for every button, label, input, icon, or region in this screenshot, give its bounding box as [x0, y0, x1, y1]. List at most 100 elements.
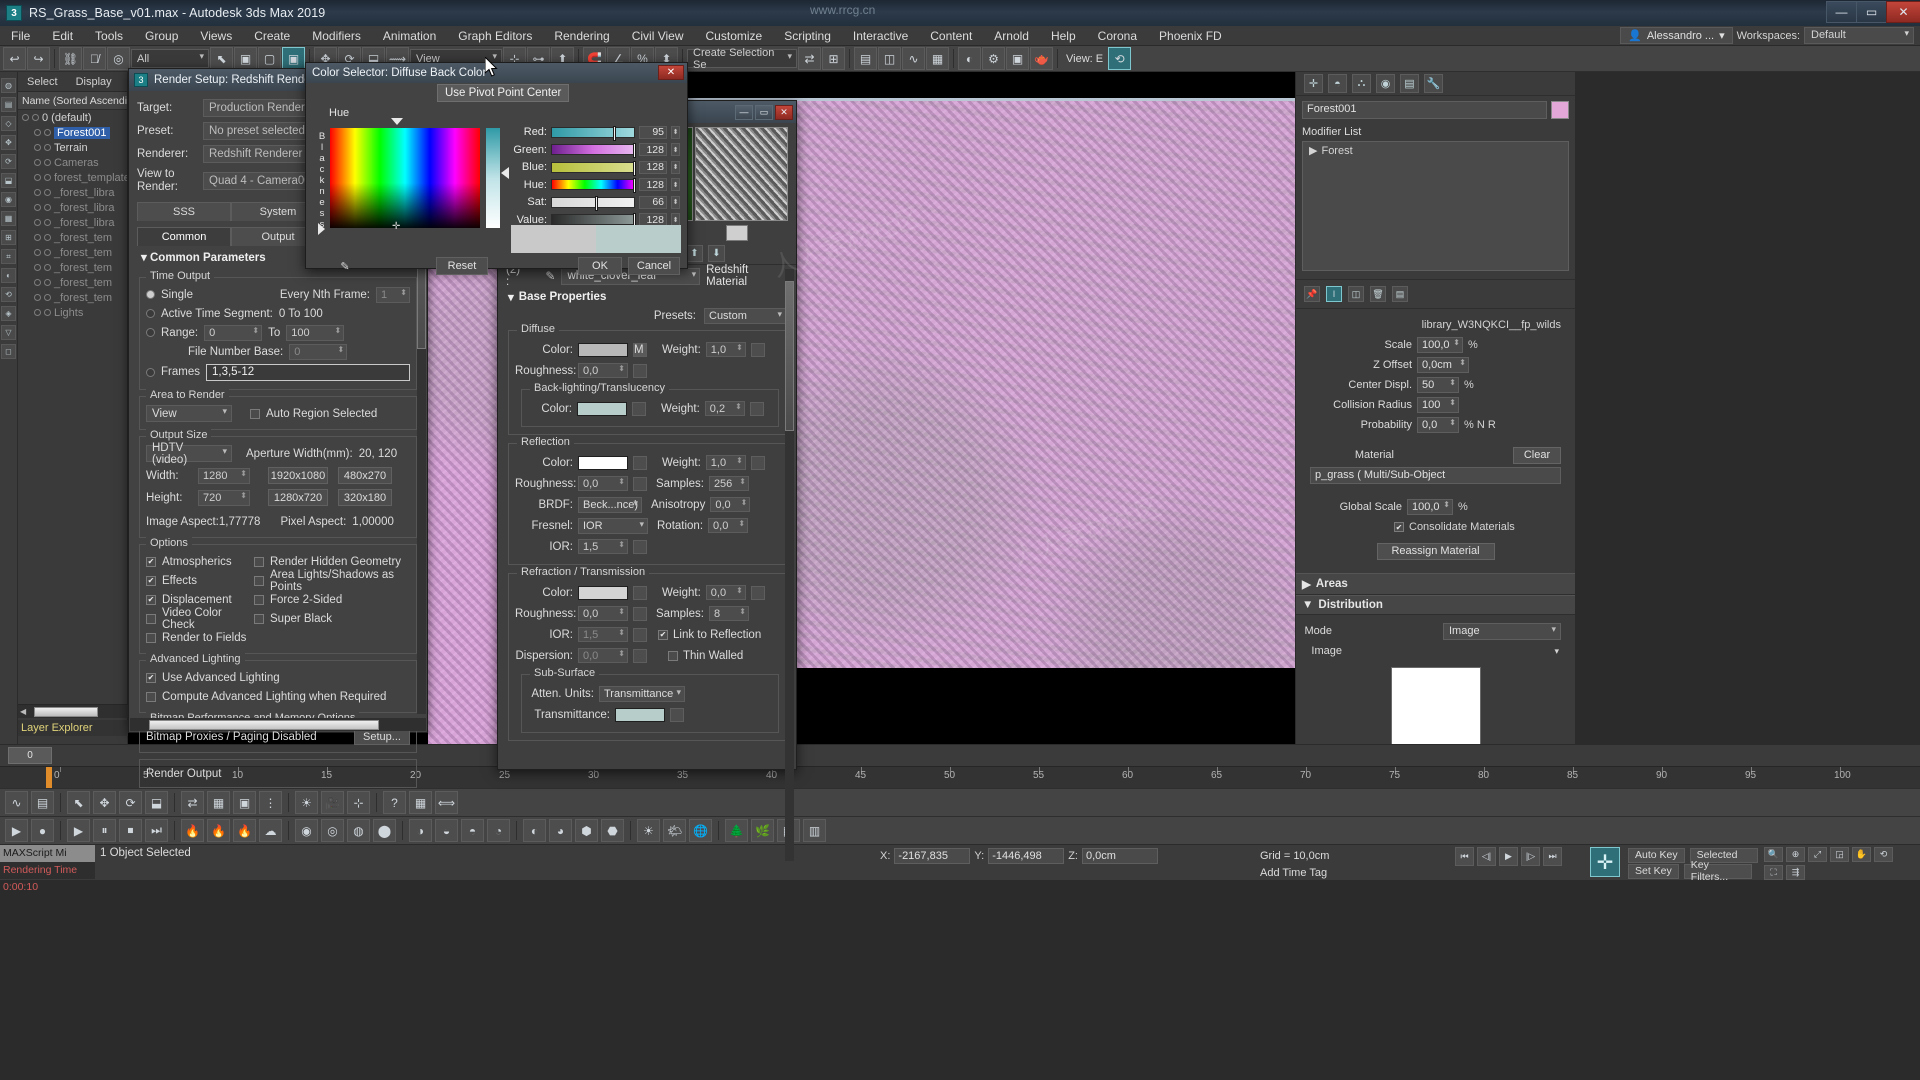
channel-slider-2[interactable]: [551, 160, 637, 176]
menu-scripting[interactable]: Scripting: [773, 26, 842, 46]
object-color-swatch[interactable]: [1551, 101, 1569, 119]
layer-row[interactable]: _forest_tem: [18, 290, 127, 305]
select-region-icon[interactable]: ▣: [234, 47, 257, 70]
create-tab-icon[interactable]: ✛: [1304, 74, 1323, 93]
me-minimize-button[interactable]: —: [735, 104, 753, 120]
option-right-0-checkbox[interactable]: [254, 556, 264, 567]
named-selection-sets-combo[interactable]: Create Selection Se: [687, 47, 797, 71]
menu-help[interactable]: Help: [1040, 26, 1087, 46]
option-row[interactable]: ✔ Atmospherics: [146, 552, 254, 571]
channel-value-2[interactable]: 128: [639, 160, 667, 174]
align-icon[interactable]: ⊞: [822, 47, 845, 70]
zoom-all-icon[interactable]: ⊕: [1786, 847, 1805, 862]
material-clear-button[interactable]: Clear: [1513, 446, 1561, 464]
close-button[interactable]: ✕: [1886, 1, 1920, 23]
nav-up-icon[interactable]: ⬆: [686, 245, 703, 262]
channel-slider-knob-3[interactable]: [633, 178, 637, 193]
menu-views[interactable]: Views: [189, 26, 243, 46]
zoom-extents-icon[interactable]: ⤢: [1808, 847, 1827, 862]
center-displ-spinner[interactable]: 50: [1417, 377, 1459, 393]
presets-combo[interactable]: Custom: [704, 307, 786, 324]
reflection-color-map[interactable]: [633, 455, 647, 470]
next-frame-icon[interactable]: |▷: [1521, 847, 1540, 866]
channel-value-4[interactable]: 66: [639, 195, 667, 209]
scroll-left-icon[interactable]: ◀: [20, 707, 26, 716]
freeze-toggle-icon[interactable]: [44, 309, 51, 316]
go-start-icon[interactable]: ⏮: [1455, 847, 1474, 866]
menu-corona[interactable]: Corona: [1087, 26, 1148, 46]
minimize-button[interactable]: —: [1826, 1, 1856, 23]
hue-marker-icon[interactable]: [391, 118, 403, 125]
refraction-color-swatch[interactable]: [578, 585, 628, 600]
frames-input[interactable]: 1,3,5-12: [205, 363, 410, 381]
rollout-areas[interactable]: ▶ Areas: [1296, 573, 1575, 595]
dock-icon-9[interactable]: ⊞: [1, 230, 16, 245]
rendered-frame-window-icon[interactable]: ▣: [1006, 47, 1029, 70]
selection-filter-combo[interactable]: All: [131, 49, 209, 68]
show-end-result-icon[interactable]: I: [1326, 286, 1342, 302]
collision-radius-spinner[interactable]: 100: [1417, 397, 1459, 413]
tab-common[interactable]: Common: [137, 227, 231, 246]
active-segment-row[interactable]: Active Time Segment: 0 To 100: [146, 304, 410, 323]
color-selector-close-button[interactable]: ✕: [658, 65, 684, 80]
zoom-icon[interactable]: 🔍: [1764, 847, 1783, 862]
visibility-toggle-icon[interactable]: [34, 294, 41, 301]
auto-key-button[interactable]: Auto Key: [1628, 847, 1685, 863]
reflection-ior-map[interactable]: [633, 539, 647, 554]
maxscript-listener[interactable]: MAXScript Mi Rendering Time 0:00:10: [0, 845, 95, 893]
render-last-icon[interactable]: ⟲: [1108, 47, 1132, 70]
add-time-tag[interactable]: Add Time Tag: [1260, 867, 1327, 879]
dock-icon-14[interactable]: ▽: [1, 325, 16, 340]
visibility-toggle-icon[interactable]: [34, 144, 41, 151]
material-editor-icon[interactable]: ◐: [958, 47, 981, 70]
option-right-3-checkbox[interactable]: [254, 613, 264, 624]
chevron-down-icon-image[interactable]: ▾: [1554, 646, 1559, 657]
option-left-3-checkbox[interactable]: [146, 613, 156, 624]
dock-icon-8[interactable]: ▦: [1, 211, 16, 226]
link-reflection-checkbox[interactable]: ✔: [658, 629, 668, 640]
thin-walled-checkbox[interactable]: [668, 650, 678, 661]
channel-slider-knob-1[interactable]: [633, 143, 637, 158]
zoffset-spinner[interactable]: 0,0cm: [1417, 357, 1469, 373]
consolidate-row[interactable]: ✔ Consolidate Materials: [1302, 517, 1569, 537]
play-transport-icon[interactable]: ▶: [1499, 847, 1518, 866]
x-field[interactable]: -2167,835: [894, 848, 971, 864]
fresnel-combo[interactable]: IOR: [578, 517, 648, 534]
prev-frame-icon[interactable]: ◁|: [1477, 847, 1496, 866]
menu-animation[interactable]: Animation: [372, 26, 447, 46]
eyedropper-icon-me[interactable]: ✎: [545, 269, 555, 283]
field-of-view-icon[interactable]: ◲: [1830, 847, 1849, 862]
menu-arnold[interactable]: Arnold: [983, 26, 1040, 46]
rotation-spinner[interactable]: 0,0: [708, 518, 749, 533]
range-from-spinner[interactable]: 0: [204, 324, 263, 341]
sun-icon[interactable]: ☀: [637, 819, 660, 842]
stop-icon[interactable]: ⏹: [119, 819, 142, 842]
diffuse-map-button[interactable]: M: [633, 342, 647, 357]
select-object-icon[interactable]: ⬉: [210, 47, 233, 70]
maximize-viewport-icon[interactable]: ⛶: [1764, 865, 1783, 880]
nav-down-icon[interactable]: ⬇: [708, 245, 725, 262]
consolidate-checkbox[interactable]: ✔: [1394, 522, 1404, 532]
reflection-weight-spinner[interactable]: 1,0: [705, 455, 746, 470]
freeze-toggle-icon[interactable]: [44, 234, 51, 241]
freeze-toggle-icon[interactable]: [44, 264, 51, 271]
layer-row[interactable]: forest_template: [18, 170, 127, 185]
orbit-icon[interactable]: ⟲: [1874, 847, 1893, 862]
dock-icon-2[interactable]: ▤: [1, 97, 16, 112]
dock-icon-15[interactable]: ◻: [1, 344, 16, 359]
visibility-toggle-icon[interactable]: [34, 159, 41, 166]
dock-icon-10[interactable]: ⌗: [1, 249, 16, 264]
mat-icon-3[interactable]: ⬢: [575, 819, 598, 842]
menu-edit[interactable]: Edit: [41, 26, 84, 46]
tab-select[interactable]: Select: [18, 72, 67, 91]
dock-icon-11[interactable]: ◐: [1, 268, 16, 283]
layer-row[interactable]: _forest_tem: [18, 260, 127, 275]
option-right-2-checkbox[interactable]: [254, 594, 264, 605]
me-close-button[interactable]: ✕: [775, 104, 793, 120]
single-radio[interactable]: [146, 290, 155, 299]
layer-row[interactable]: Terrain: [18, 140, 127, 155]
freeze-toggle-icon[interactable]: [44, 189, 51, 196]
file-number-spinner[interactable]: 0: [289, 343, 348, 360]
preset-320-button[interactable]: 320x180: [338, 489, 392, 506]
phoenix-icon-3[interactable]: ◍: [347, 819, 370, 842]
